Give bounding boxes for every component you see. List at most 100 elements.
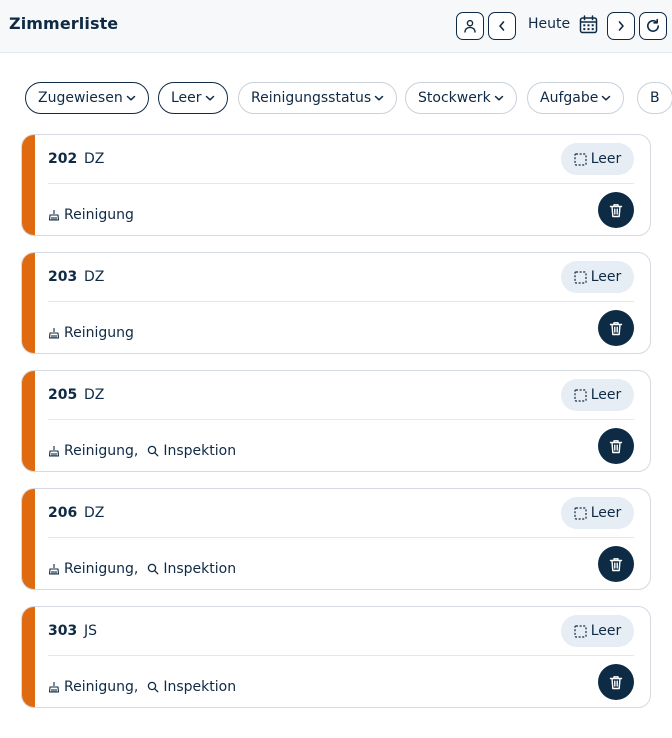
empty-square-icon	[574, 624, 587, 638]
calendar-icon[interactable]	[579, 15, 598, 38]
broom-icon	[48, 328, 60, 339]
status-label: Leer	[590, 387, 622, 403]
previous-day-button[interactable]	[488, 12, 516, 40]
trash-icon	[609, 439, 623, 453]
chevron-down-icon	[494, 95, 503, 101]
status-badge[interactable]: Leer	[561, 615, 634, 647]
search-icon	[148, 681, 159, 693]
top-bar: Zimmerliste Heute	[0, 0, 672, 53]
broom-icon	[48, 446, 60, 457]
filter-bar: Zugewiesen Leer Reinigungsstatus Stockwe…	[0, 82, 672, 114]
status-accent-bar	[22, 607, 35, 707]
chevron-down-icon	[602, 95, 611, 101]
status-accent-bar	[22, 489, 35, 589]
status-badge[interactable]: Leer	[561, 379, 634, 411]
task-label: Reinigung,	[64, 561, 139, 577]
user-filter-button[interactable]	[456, 12, 484, 40]
room-number: 202	[48, 151, 78, 167]
empty-square-icon	[574, 152, 587, 166]
task-label: Reinigung	[64, 325, 134, 341]
task-list: Reinigung	[48, 325, 134, 341]
delete-button[interactable]	[598, 664, 634, 700]
room-number: 203	[48, 269, 78, 285]
divider	[48, 419, 634, 420]
filter-aufgabe[interactable]: Aufgabe	[527, 82, 625, 114]
room-card[interactable]: 203 DZ Leer Reinigung	[21, 252, 651, 354]
room-card[interactable]: 205 DZ Leer Reinigung, Inspektion	[21, 370, 651, 472]
task-label: Reinigung	[64, 207, 134, 223]
room-type: DZ	[84, 387, 105, 403]
task-list: Reinigung, Inspektion	[48, 443, 236, 459]
status-badge[interactable]: Leer	[561, 261, 634, 293]
trash-icon	[609, 557, 623, 571]
status-accent-bar	[22, 371, 35, 471]
filter-label: Aufgabe	[540, 90, 599, 106]
room-number: 205	[48, 387, 78, 403]
trash-icon	[609, 675, 623, 689]
filter-stockwerk[interactable]: Stockwerk	[405, 82, 517, 114]
empty-square-icon	[574, 270, 587, 284]
task-label: Inspektion	[163, 443, 237, 459]
chevron-right-icon	[618, 21, 624, 31]
chevron-down-icon	[374, 95, 384, 101]
filter-more[interactable]: B	[637, 82, 672, 114]
broom-icon	[48, 682, 60, 693]
status-accent-bar	[22, 253, 35, 353]
empty-square-icon	[574, 388, 587, 402]
room-card[interactable]: 303 JS Leer Reinigung, Inspektion	[21, 606, 651, 708]
room-card[interactable]: 206 DZ Leer Reinigung, Inspektion	[21, 488, 651, 590]
status-label: Leer	[590, 151, 622, 167]
today-label[interactable]: Heute	[528, 16, 570, 32]
status-label: Leer	[590, 623, 622, 639]
refresh-icon	[647, 18, 659, 32]
empty-square-icon	[574, 506, 587, 520]
search-icon	[148, 445, 159, 457]
delete-button[interactable]	[598, 192, 634, 228]
chevron-down-icon	[126, 95, 135, 101]
task-label: Reinigung,	[64, 443, 139, 459]
task-label: Inspektion	[163, 679, 237, 695]
filter-label: Leer	[171, 90, 202, 106]
room-card[interactable]: 202 DZ Leer Reinigung	[21, 134, 651, 236]
task-list: Reinigung, Inspektion	[48, 679, 236, 695]
task-label: Reinigung,	[64, 679, 139, 695]
broom-icon	[48, 210, 60, 221]
divider	[48, 537, 634, 538]
search-icon	[148, 563, 159, 575]
chevron-left-icon	[499, 21, 505, 31]
user-icon	[464, 19, 476, 33]
refresh-button[interactable]	[639, 12, 667, 40]
filter-reinigungsstatus[interactable]: Reinigungsstatus	[238, 82, 398, 114]
filter-zugewiesen[interactable]: Zugewiesen	[25, 82, 149, 114]
room-type: DZ	[84, 151, 105, 167]
status-label: Leer	[590, 269, 622, 285]
delete-button[interactable]	[598, 428, 634, 464]
status-accent-bar	[22, 135, 35, 235]
filter-label: Zugewiesen	[38, 90, 123, 106]
status-label: Leer	[590, 505, 622, 521]
trash-icon	[609, 203, 623, 217]
filter-label: Reinigungsstatus	[251, 90, 372, 106]
status-badge[interactable]: Leer	[561, 143, 634, 175]
filter-label: Stockwerk	[418, 90, 491, 106]
delete-button[interactable]	[598, 310, 634, 346]
delete-button[interactable]	[598, 546, 634, 582]
broom-icon	[48, 564, 60, 575]
filter-leer[interactable]: Leer	[158, 82, 228, 114]
divider	[48, 655, 634, 656]
room-type: JS	[84, 623, 98, 639]
next-day-button[interactable]	[607, 12, 635, 40]
task-label: Inspektion	[163, 561, 237, 577]
room-type: DZ	[84, 269, 105, 285]
room-number: 303	[48, 623, 78, 639]
filter-label: B	[650, 90, 660, 106]
room-type: DZ	[84, 505, 105, 521]
divider	[48, 183, 634, 184]
trash-icon	[609, 321, 623, 335]
task-list: Reinigung	[48, 207, 134, 223]
chevron-down-icon	[205, 95, 214, 101]
task-list: Reinigung, Inspektion	[48, 561, 236, 577]
page-title: Zimmerliste	[9, 14, 119, 33]
status-badge[interactable]: Leer	[561, 497, 634, 529]
room-number: 206	[48, 505, 78, 521]
